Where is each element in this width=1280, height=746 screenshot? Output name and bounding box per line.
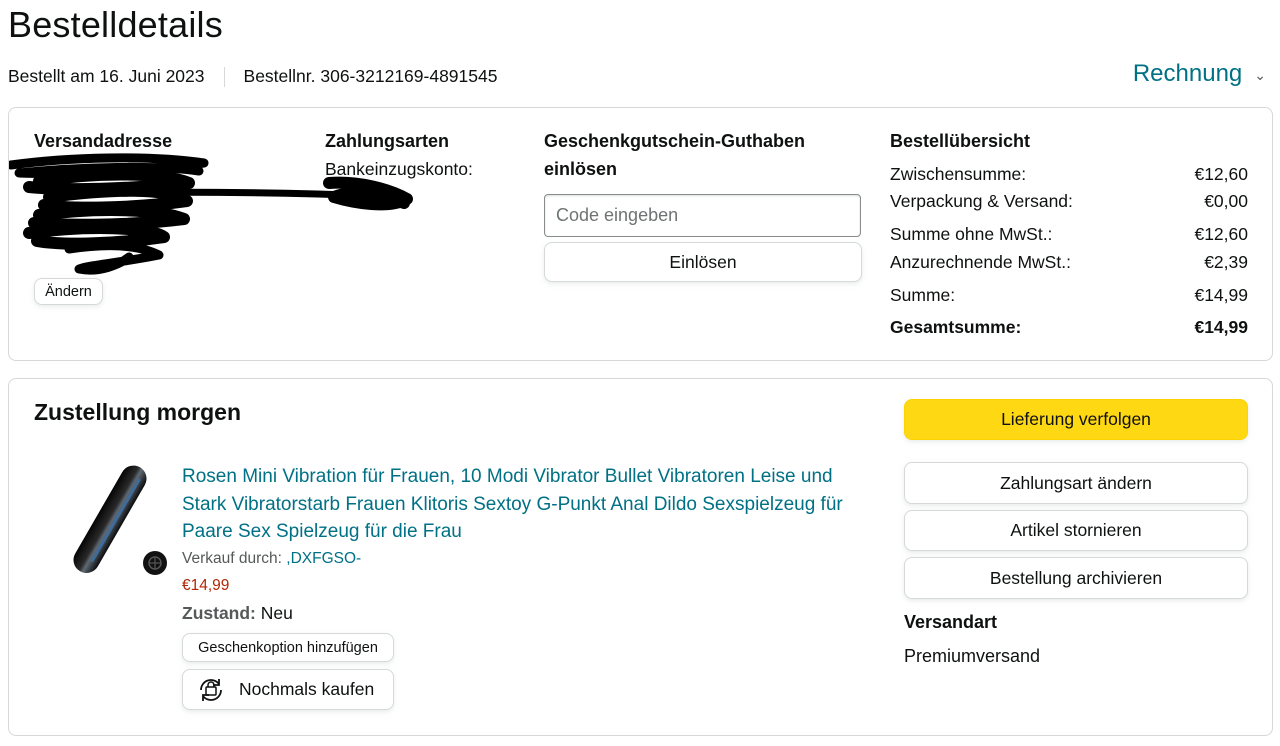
product-price: €14,99 <box>182 577 230 594</box>
invoice-label: Rechnung <box>1132 60 1243 87</box>
summary-label: Anzurechnende MwSt.: <box>890 252 1071 272</box>
summary-row-vat: Anzurechnende MwSt.: €2,39 <box>890 252 1248 273</box>
order-summary-card: Versandadresse Ändern Zahlungsarten Bank… <box>8 107 1273 361</box>
buy-again-button[interactable]: Nochmals kaufen <box>182 669 394 710</box>
meta-divider <box>223 66 225 87</box>
track-package-button[interactable]: Lieferung verfolgen <box>904 399 1248 440</box>
shipping-address-heading: Versandadresse <box>34 131 173 151</box>
summary-row-net: Summe ohne MwSt.: €12,60 <box>890 224 1248 245</box>
summary-label: Summe: <box>890 285 956 305</box>
change-address-button[interactable]: Ändern <box>34 278 103 305</box>
change-payment-button[interactable]: Zahlungsart ändern <box>904 462 1248 504</box>
condition-label: Zustand: <box>182 603 256 623</box>
order-number: Bestellnr. 306-3212169-4891545 <box>243 66 498 86</box>
product-title-link[interactable]: Rosen Mini Vibration für Frauen, 10 Modi… <box>182 463 882 546</box>
redeem-button[interactable]: Einlösen <box>544 242 862 282</box>
product-image[interactable] <box>49 461 171 583</box>
seller-link[interactable]: ,DXFGSO- <box>286 550 361 567</box>
summary-value: €0,00 <box>1204 191 1248 211</box>
summary-label: Gesamtsumme: <box>890 317 1022 337</box>
summary-value: €14,99 <box>1194 285 1248 305</box>
seller-line: Verkauf durch: ,DXFGSO- <box>182 550 361 568</box>
summary-row-shipping: Verpackung & Versand: €0,00 <box>890 191 1248 212</box>
summary-value: €14,99 <box>1194 317 1248 337</box>
page-title: Bestelldetails <box>8 4 223 45</box>
chevron-down-icon: ⌄ <box>1254 66 1266 83</box>
order-meta: Bestellt am 16. Juni 2023 Bestellnr. 306… <box>8 66 497 87</box>
summary-value: €12,60 <box>1194 164 1248 184</box>
order-date: Bestellt am 16. Juni 2023 <box>8 66 205 86</box>
summary-label: Zwischensumme: <box>890 164 1027 184</box>
buy-again-label: Nochmals kaufen <box>239 679 375 699</box>
summary-label: Summe ohne MwSt.: <box>890 224 1053 244</box>
summary-row-grand-total: Gesamtsumme: €14,99 <box>890 317 1248 338</box>
cancel-items-button[interactable]: Artikel stornieren <box>904 510 1248 551</box>
product-condition: Zustand: Neu <box>182 603 293 624</box>
summary-row-subtotal: Zwischensumme: €12,60 <box>890 164 1248 185</box>
archive-order-button[interactable]: Bestellung archivieren <box>904 557 1248 599</box>
summary-row-total: Summe: €14,99 <box>890 285 1248 306</box>
gift-card-heading: Geschenkgutschein-Guthaben einlösen <box>544 127 805 183</box>
payment-methods-heading: Zahlungsarten <box>325 131 450 151</box>
sold-by-label: Verkauf durch: <box>182 550 287 567</box>
invoice-dropdown[interactable]: Rechnung ⌄ <box>1133 60 1266 88</box>
add-gift-option-button[interactable]: Geschenkoption hinzufügen <box>182 633 394 662</box>
summary-value: €12,60 <box>1194 224 1248 244</box>
summary-label: Verpackung & Versand: <box>890 191 1073 211</box>
condition-value: Neu <box>255 603 293 623</box>
gift-card-heading-line1: Geschenkgutschein-Guthaben <box>544 131 806 151</box>
gift-card-heading-line2: einlösen <box>544 159 618 179</box>
shipping-method-value: Premiumversand <box>904 646 1041 666</box>
delivery-heading: Zustellung morgen <box>34 399 241 425</box>
order-overview-heading: Bestellübersicht <box>890 131 1031 151</box>
payment-method-label: Bankeinzugskonto: <box>325 159 473 179</box>
gift-code-input[interactable] <box>544 194 861 237</box>
delivery-card: Zustellung morgen Rosen Mini Vibration f… <box>8 378 1273 736</box>
shipping-method-heading: Versandart <box>904 612 998 632</box>
buy-again-icon <box>200 678 222 701</box>
summary-value: €2,39 <box>1204 252 1248 272</box>
